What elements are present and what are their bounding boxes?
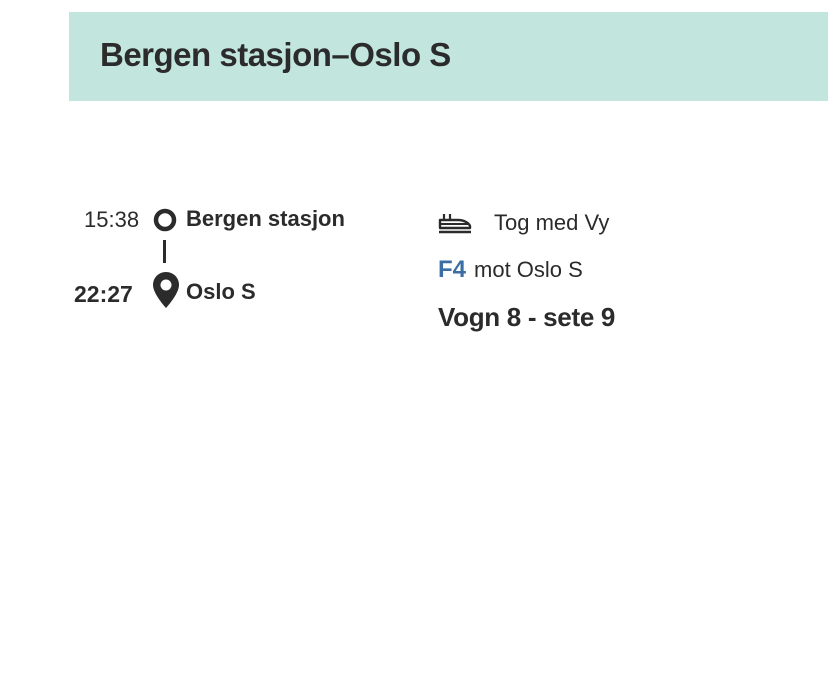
line-info: F4 mot Oslo S [438, 256, 583, 284]
arrival-station: Oslo S [186, 279, 256, 304]
train-icon [438, 214, 472, 234]
arrival-time: 22:27 [74, 281, 133, 307]
operator-label: Tog med Vy [494, 210, 610, 235]
departure-station: Bergen stasjon [186, 206, 345, 231]
route-title: Bergen stasjon–Oslo S [100, 36, 451, 73]
ticket-page: Bergen stasjon–Oslo S 15:38 Bergen stasj… [0, 0, 828, 681]
origin-circle-icon [153, 208, 177, 232]
route-header: Bergen stasjon–Oslo S [69, 12, 828, 101]
seat-info: Vogn 8 - sete 9 [438, 302, 616, 332]
timeline-connector [163, 240, 166, 263]
line-code: F4 [438, 256, 467, 283]
location-pin-icon [153, 272, 179, 308]
departure-time: 15:38 [84, 207, 140, 232]
line-direction: mot Oslo S [474, 257, 583, 282]
